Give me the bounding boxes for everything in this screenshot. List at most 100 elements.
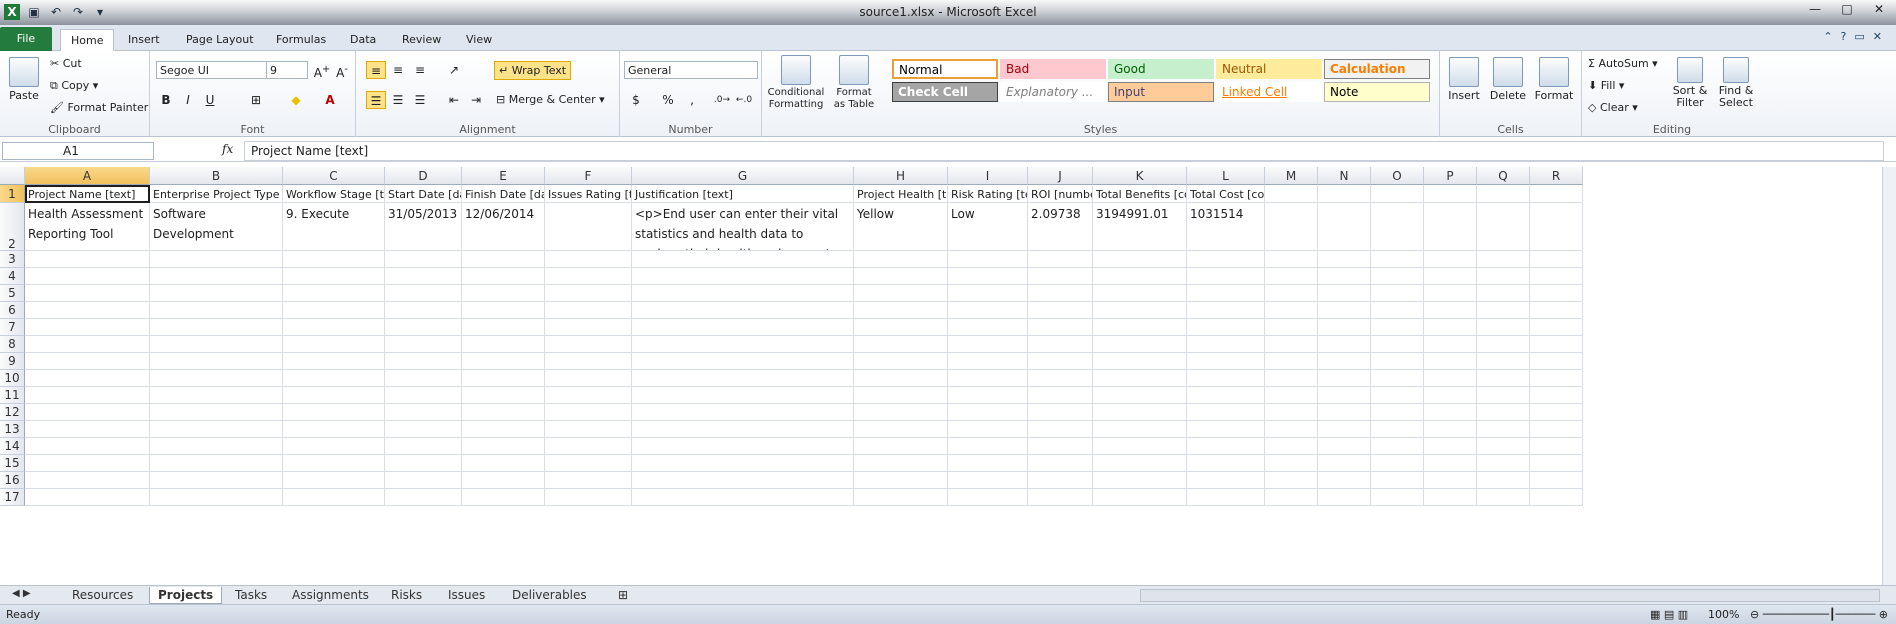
cell-e3[interactable] (462, 251, 545, 268)
cut-button[interactable]: ✂ Cut (50, 57, 82, 70)
cell-d12[interactable] (385, 404, 462, 421)
cell-l7[interactable] (1187, 319, 1265, 336)
cell-k7[interactable] (1093, 319, 1187, 336)
cell-h8[interactable] (854, 336, 948, 353)
cell-style-note[interactable]: Note (1324, 82, 1430, 102)
cell-o9[interactable] (1371, 353, 1424, 370)
cell-b12[interactable] (150, 404, 283, 421)
zoom-level[interactable]: 100% (1708, 608, 1739, 621)
cell-r17[interactable] (1530, 489, 1583, 506)
cell-g14[interactable] (632, 438, 854, 455)
cell-o6[interactable] (1371, 302, 1424, 319)
cell-style-calculation[interactable]: Calculation (1324, 59, 1430, 79)
italic-button[interactable]: I (178, 91, 198, 109)
cell-j5[interactable] (1028, 285, 1093, 302)
cell-l14[interactable] (1187, 438, 1265, 455)
cell-n14[interactable] (1318, 438, 1371, 455)
cell-p5[interactable] (1424, 285, 1477, 302)
cell-r4[interactable] (1530, 268, 1583, 285)
font-name-select[interactable]: Segoe UI (156, 61, 270, 79)
font-size-select[interactable]: 9 (266, 61, 308, 79)
cell-h4[interactable] (854, 268, 948, 285)
cell-g17[interactable] (632, 489, 854, 506)
cell-n12[interactable] (1318, 404, 1371, 421)
cell-g11[interactable] (632, 387, 854, 404)
row-header-8[interactable]: 8 (0, 336, 25, 353)
horizontal-scrollbar[interactable] (1140, 589, 1880, 602)
cell-o3[interactable] (1371, 251, 1424, 268)
cell-h16[interactable] (854, 472, 948, 489)
maximize-icon[interactable]: □ (1836, 2, 1858, 20)
borders-icon[interactable]: ⊞ (246, 91, 266, 109)
cell-q3[interactable] (1477, 251, 1530, 268)
cell-j14[interactable] (1028, 438, 1093, 455)
cell-style-input[interactable]: Input (1108, 82, 1214, 102)
row-header-15[interactable]: 15 (0, 455, 25, 472)
sheet-tab-tasks[interactable]: Tasks (227, 587, 275, 604)
cell-f4[interactable] (545, 268, 632, 285)
column-header-b[interactable]: B (150, 167, 283, 185)
cell-j7[interactable] (1028, 319, 1093, 336)
clear-button[interactable]: ◇ Clear ▾ (1588, 101, 1638, 114)
cell-l17[interactable] (1187, 489, 1265, 506)
cell-j16[interactable] (1028, 472, 1093, 489)
cell-r11[interactable] (1530, 387, 1583, 404)
cell-a9[interactable] (25, 353, 150, 370)
cell-p6[interactable] (1424, 302, 1477, 319)
cell-p15[interactable] (1424, 455, 1477, 472)
increase-decimal-icon[interactable]: .0→ (712, 91, 732, 109)
shrink-font-button[interactable]: A- (332, 61, 352, 80)
cell-o11[interactable] (1371, 387, 1424, 404)
cell-l1[interactable]: Total Cost [cost] (1187, 185, 1265, 203)
cell-f6[interactable] (545, 302, 632, 319)
cell-i15[interactable] (948, 455, 1028, 472)
cell-j4[interactable] (1028, 268, 1093, 285)
cell-q13[interactable] (1477, 421, 1530, 438)
new-sheet-icon[interactable]: ⊞ (610, 587, 636, 604)
cell-d17[interactable] (385, 489, 462, 506)
column-header-f[interactable]: F (545, 167, 632, 185)
cell-e15[interactable] (462, 455, 545, 472)
cell-j3[interactable] (1028, 251, 1093, 268)
cell-a4[interactable] (25, 268, 150, 285)
cell-p14[interactable] (1424, 438, 1477, 455)
cell-m13[interactable] (1265, 421, 1318, 438)
cell-f12[interactable] (545, 404, 632, 421)
tab-review[interactable]: Review (392, 29, 451, 51)
row-header-6[interactable]: 6 (0, 302, 25, 319)
cell-i5[interactable] (948, 285, 1028, 302)
cell-d13[interactable] (385, 421, 462, 438)
cell-e9[interactable] (462, 353, 545, 370)
cell-r9[interactable] (1530, 353, 1583, 370)
cell-b7[interactable] (150, 319, 283, 336)
cell-n11[interactable] (1318, 387, 1371, 404)
column-header-q[interactable]: Q (1477, 167, 1530, 185)
sheet-tab-issues[interactable]: Issues (440, 587, 493, 604)
row-header-7[interactable]: 7 (0, 319, 25, 336)
cell-d16[interactable] (385, 472, 462, 489)
format-painter-button[interactable]: 🖌 Format Painter (50, 101, 148, 114)
cell-c13[interactable] (283, 421, 385, 438)
cell-r10[interactable] (1530, 370, 1583, 387)
cell-q11[interactable] (1477, 387, 1530, 404)
cell-m4[interactable] (1265, 268, 1318, 285)
cell-r13[interactable] (1530, 421, 1583, 438)
cell-o10[interactable] (1371, 370, 1424, 387)
cell-style-neutral[interactable]: Neutral (1216, 59, 1322, 79)
cell-a3[interactable] (25, 251, 150, 268)
cell-style-explanatory[interactable]: Explanatory ... (1000, 82, 1106, 102)
name-box[interactable]: A1 (2, 142, 154, 160)
cell-l11[interactable] (1187, 387, 1265, 404)
cell-k16[interactable] (1093, 472, 1187, 489)
cell-l15[interactable] (1187, 455, 1265, 472)
cell-h3[interactable] (854, 251, 948, 268)
cell-h6[interactable] (854, 302, 948, 319)
column-header-n[interactable]: N (1318, 167, 1371, 185)
cell-f15[interactable] (545, 455, 632, 472)
cell-b4[interactable] (150, 268, 283, 285)
cell-h17[interactable] (854, 489, 948, 506)
cell-b14[interactable] (150, 438, 283, 455)
cell-q16[interactable] (1477, 472, 1530, 489)
cell-b6[interactable] (150, 302, 283, 319)
cell-f2[interactable] (545, 203, 632, 251)
